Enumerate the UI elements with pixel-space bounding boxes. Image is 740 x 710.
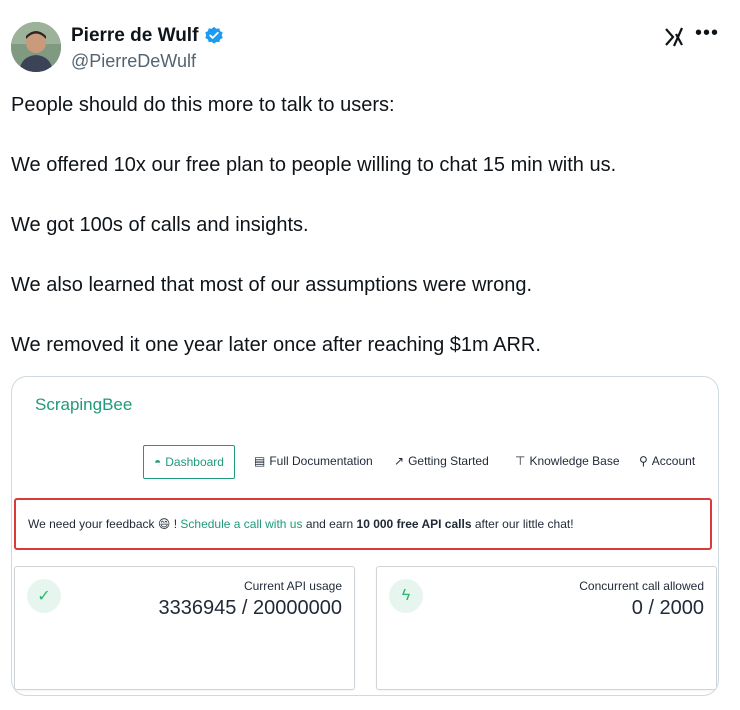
alert-prefix: We need your feedback (28, 517, 155, 531)
tweet-line: We got 100s of calls and insights. (11, 214, 309, 236)
alert-bang: ! (170, 517, 181, 531)
bolt-icon: ϟ (389, 579, 423, 613)
tweet-body: People should do this more to talk to us… (11, 90, 721, 390)
attached-image-card[interactable]: ScrapingBee ◓ Dashboard ▤ Full Documenta… (11, 376, 719, 696)
stat-value: 3336945 / 20000000 (158, 597, 342, 619)
nav-getting-started[interactable]: ↗ Getting Started (394, 445, 489, 477)
nav-label: Full Documentation (269, 454, 373, 468)
brand-logo-text: ScrapingBee (35, 395, 133, 414)
feedback-alert: We need your feedback 😄 ! Schedule a cal… (14, 498, 712, 550)
tweet-line: We also learned that most of our assumpt… (11, 274, 532, 296)
author-name[interactable]: Pierre de Wulf (71, 25, 198, 47)
stat-label: Current API usage (243, 579, 342, 593)
nav-dashboard[interactable]: ◓ Dashboard (143, 445, 235, 479)
concurrency-card: ϟ Concurrent call allowed 0 / 2000 (376, 566, 717, 690)
dashboard-nav: ◓ Dashboard ▤ Full Documentation ↗ Getti… (12, 445, 718, 479)
stat-value: 0 / 2000 (631, 597, 704, 619)
alert-bold-offer: 10 000 free API calls (356, 517, 472, 531)
alert-middle: and earn (302, 517, 357, 531)
book-icon: ▤ (254, 454, 266, 468)
wand-icon: ↗ (394, 454, 405, 468)
user-icon: ⚲ (639, 454, 648, 468)
tweet-header: Pierre de Wulf @PierreDeWulf ••• (11, 22, 729, 76)
nav-label: Dashboard (165, 455, 224, 469)
nav-knowledge-base[interactable]: ⊤ Knowledge Base (515, 445, 620, 477)
author-avatar[interactable] (11, 22, 61, 72)
nav-full-documentation[interactable]: ▤ Full Documentation (254, 445, 373, 477)
more-options-icon[interactable]: ••• (695, 22, 719, 44)
api-usage-card: ✓ Current API usage 3336945 / 20000000 (14, 566, 355, 690)
stat-label: Concurrent call allowed (579, 579, 704, 593)
pin-icon: ⊤ (515, 454, 526, 468)
smile-emoji-icon: 😄 (157, 517, 171, 531)
check-icon: ✓ (27, 579, 61, 613)
dashboard-gauge-icon: ◓ (154, 455, 162, 469)
nav-label: Knowledge Base (529, 454, 620, 468)
tweet-line: We removed it one year later once after … (11, 334, 541, 356)
nav-label: Account (651, 454, 696, 468)
verified-badge-icon (204, 26, 224, 46)
alert-suffix: after our little chat! (471, 517, 574, 531)
grok-icon[interactable] (663, 26, 685, 48)
tweet-line: People should do this more to talk to us… (11, 94, 395, 116)
tweet-line: We offered 10x our free plan to people w… (11, 154, 617, 176)
schedule-call-link[interactable]: Schedule a call with us (180, 517, 302, 531)
author-handle[interactable]: @PierreDeWulf (71, 51, 196, 72)
nav-label: Getting Started (408, 454, 489, 468)
nav-account[interactable]: ⚲ Account (639, 445, 695, 477)
